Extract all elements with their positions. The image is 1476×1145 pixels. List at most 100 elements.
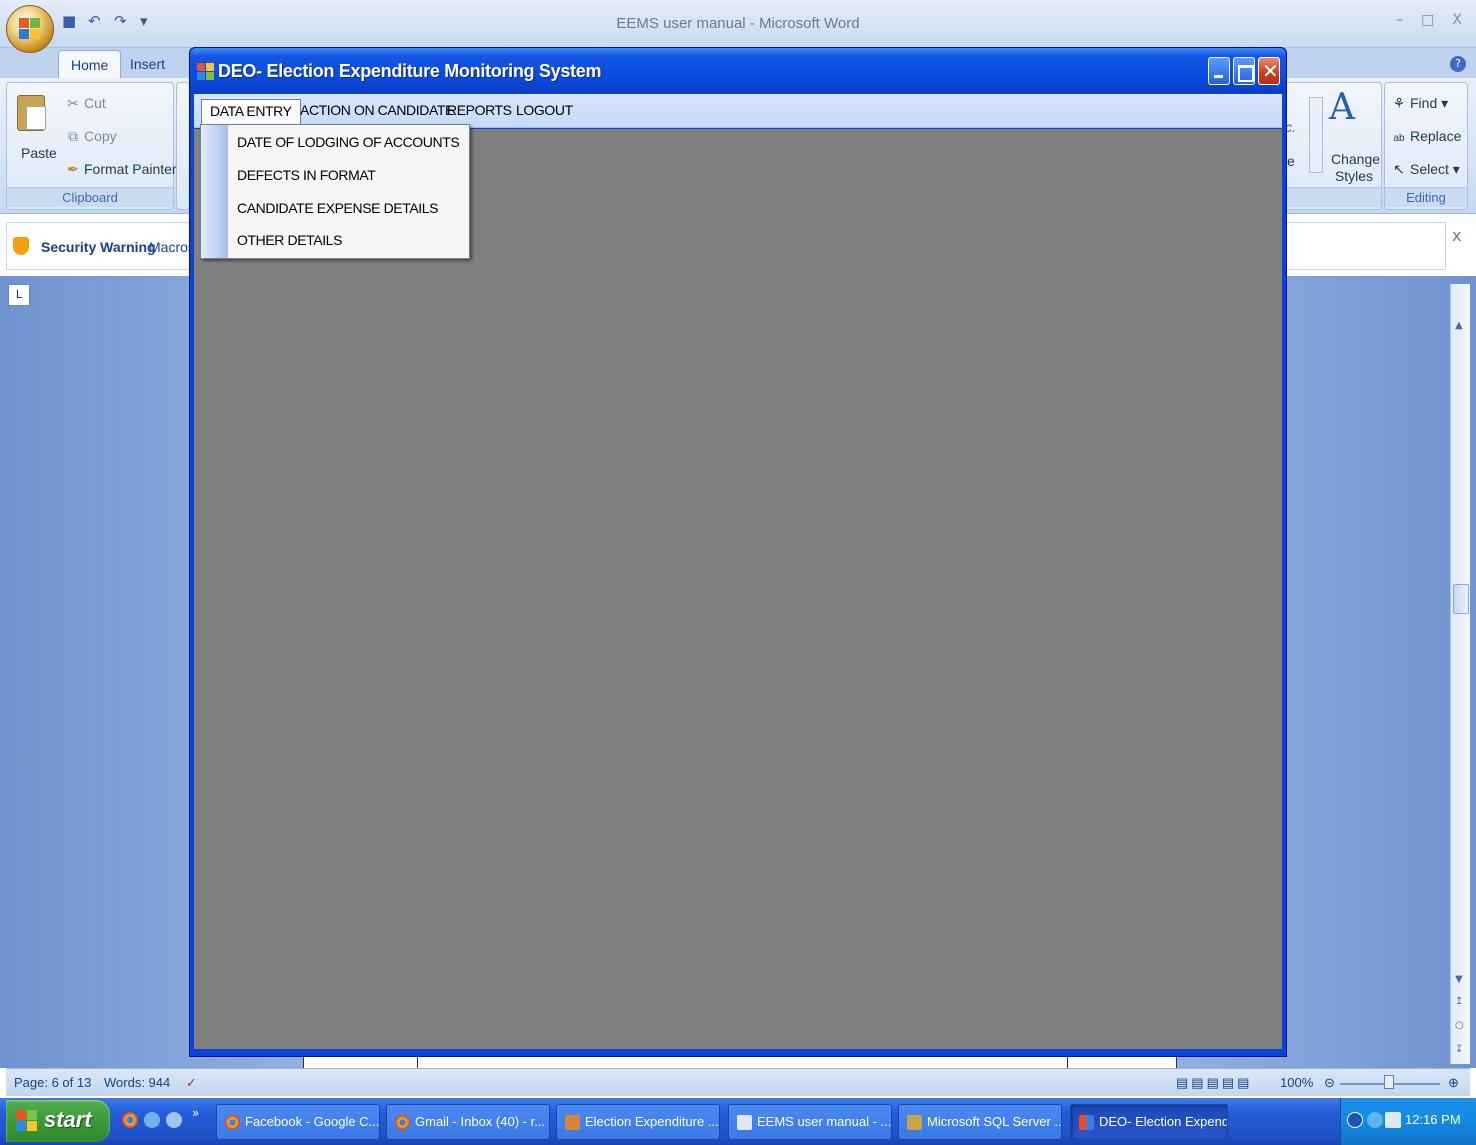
- page-count[interactable]: Page: 6 of 13: [14, 1075, 91, 1090]
- replace-button[interactable]: ab Replace: [1391, 128, 1461, 144]
- app-menu-bar: DATA ENTRY ACTION ON CANDIDATE REPORTS L…: [194, 94, 1282, 128]
- vertical-scrollbar[interactable]: ▲ ▼ ↥ ○ ↧: [1450, 284, 1470, 1064]
- menu-logout[interactable]: LOGOUT: [508, 99, 581, 124]
- menu-item-other-details[interactable]: OTHER DETAILS: [237, 232, 342, 248]
- zoom-slider-thumb[interactable]: [1384, 1075, 1394, 1089]
- close-icon[interactable]: X: [1452, 12, 1462, 28]
- app-window-title: DEO- Election Expenditure Monitoring Sys…: [218, 61, 602, 81]
- word-title-bar: EEMS user manual - Microsoft Word ■ ↶ ↷ …: [0, 0, 1476, 48]
- menu-item-date-of-lodging[interactable]: DATE OF LODGING OF ACCOUNTS: [237, 134, 460, 150]
- editing-group: ⚘ Find ▾ ab Replace ↖ Select ▾ Editing: [1384, 82, 1468, 210]
- quick-access-toolbar: ■ ↶ ↷ ▾: [62, 10, 156, 32]
- word-status-bar: Page: 6 of 13 Words: 944 ✓ ▤▤▤▤▤ 100% ⊝ …: [6, 1068, 1470, 1096]
- change-styles-button[interactable]: Change Styles: [1331, 151, 1380, 185]
- format-painter-button[interactable]: ✒ Format Painter: [65, 161, 176, 178]
- change-styles-icon: A: [1329, 87, 1355, 128]
- clipboard-group-label: Clipboard: [7, 187, 173, 207]
- close-button[interactable]: ✕: [1258, 57, 1280, 85]
- more-quicklaunch-icon[interactable]: »: [192, 1106, 208, 1122]
- shield-icon: [13, 237, 29, 255]
- zoom-in-icon[interactable]: ⊕: [1448, 1075, 1459, 1091]
- tab-home[interactable]: Home: [58, 50, 122, 80]
- copy-icon: ⧉: [68, 128, 78, 144]
- app-icon: [565, 1115, 580, 1130]
- paste-icon[interactable]: [17, 95, 46, 131]
- menu-data-entry[interactable]: DATA ENTRY: [201, 99, 301, 124]
- close-icon: ✕: [1262, 59, 1279, 83]
- editing-group-label: Editing: [1385, 187, 1467, 207]
- sql-icon: [907, 1115, 922, 1130]
- windows-flag-icon: [16, 1110, 38, 1132]
- binoculars-icon: ⚘: [1392, 95, 1406, 111]
- close-icon[interactable]: x: [1452, 226, 1461, 245]
- tray-expand-icon[interactable]: [1347, 1112, 1363, 1128]
- chrome-icon: [395, 1115, 410, 1130]
- app-title-bar[interactable]: DEO- Election Expenditure Monitoring Sys…: [190, 48, 1286, 94]
- taskbar: start » Facebook - Google C... Gmail - I…: [0, 1098, 1476, 1145]
- restore-icon[interactable]: □: [1421, 12, 1434, 28]
- redo-icon[interactable]: ↷: [114, 13, 130, 29]
- maximize-button[interactable]: [1233, 57, 1255, 85]
- app-client-area: [194, 129, 1282, 1049]
- customize-qat-icon[interactable]: ▾: [140, 13, 156, 29]
- zoom-level[interactable]: 100%: [1280, 1075, 1313, 1090]
- find-button[interactable]: ⚘ Find ▾: [1391, 95, 1448, 112]
- help-icon[interactable]: ?: [1450, 56, 1466, 72]
- next-page-icon[interactable]: ↧: [1455, 1044, 1463, 1055]
- scissors-icon: ✂: [67, 95, 79, 111]
- dropdown-icon-strip: [201, 125, 228, 258]
- menu-item-defects-in-format[interactable]: DEFECTS IN FORMAT: [237, 167, 376, 183]
- scroll-up-icon[interactable]: ▲: [1455, 320, 1463, 331]
- view-buttons[interactable]: ▤▤▤▤▤: [1176, 1075, 1252, 1091]
- paste-button[interactable]: Paste: [21, 145, 57, 161]
- taskbar-button-deo-eems[interactable]: DEO- Election Expend...: [1070, 1104, 1228, 1140]
- styles-scroll-icon[interactable]: [1309, 97, 1323, 173]
- app-icon: [1079, 1115, 1094, 1130]
- taskbar-button-sql-server[interactable]: Microsoft SQL Server ...: [898, 1104, 1062, 1140]
- clock[interactable]: 12:16 PM: [1405, 1112, 1461, 1127]
- scroll-down-icon[interactable]: ▼: [1455, 974, 1463, 985]
- paintbrush-icon: ✒: [67, 161, 79, 177]
- taskbar-button-facebook[interactable]: Facebook - Google C...: [216, 1104, 380, 1140]
- zoom-out-icon[interactable]: ⊝: [1324, 1075, 1335, 1091]
- undo-icon[interactable]: ↶: [88, 13, 104, 29]
- copy-button[interactable]: ⧉ Copy: [65, 128, 117, 145]
- save-icon[interactable]: ■: [62, 13, 78, 29]
- browse-object-icon[interactable]: ○: [1455, 1020, 1464, 1031]
- chrome-quicklaunch-icon[interactable]: [122, 1112, 138, 1128]
- word-count[interactable]: Words: 944: [104, 1075, 170, 1090]
- ie-quicklaunch-icon[interactable]: [144, 1112, 160, 1128]
- tab-insert[interactable]: Insert: [118, 50, 177, 80]
- menu-item-candidate-expense-details[interactable]: CANDIDATE EXPENSE DETAILS: [237, 200, 438, 216]
- firefox-quicklaunch-icon[interactable]: [166, 1112, 182, 1128]
- styles-gallery-partial-2: e: [1287, 153, 1295, 169]
- ruler-toggle-icon[interactable]: L: [8, 284, 30, 306]
- minimize-button[interactable]: [1208, 57, 1230, 85]
- word-window-title: EEMS user manual - Microsoft Word: [616, 15, 860, 32]
- taskbar-button-word[interactable]: EEMS user manual - ...: [728, 1104, 892, 1140]
- taskbar-button-gmail[interactable]: Gmail - Inbox (40) - r...: [386, 1104, 550, 1140]
- replace-icon: ab: [1393, 133, 1405, 144]
- minimize-icon[interactable]: –: [1396, 12, 1403, 28]
- start-button[interactable]: start: [6, 1100, 110, 1142]
- styles-group-partial: c. e A Change Styles: [1280, 82, 1382, 210]
- proofing-icon[interactable]: ✓: [186, 1075, 197, 1091]
- chrome-icon: [225, 1115, 240, 1130]
- scroll-thumb[interactable]: [1453, 584, 1469, 614]
- cut-button[interactable]: ✂ Cut: [65, 95, 106, 112]
- font-group-partial: [176, 82, 190, 210]
- styles-group-label: [1281, 187, 1381, 207]
- menu-action-on-candidate[interactable]: ACTION ON CANDIDATE: [292, 99, 462, 124]
- app-window-icon: [197, 63, 215, 81]
- office-logo-icon: [19, 18, 41, 40]
- volume-icon[interactable]: [1385, 1112, 1401, 1128]
- previous-page-icon[interactable]: ↥: [1455, 996, 1463, 1007]
- security-warning-title: Security Warning: [41, 239, 156, 255]
- cursor-icon: ↖: [1393, 161, 1405, 177]
- word-window-controls: – □ X: [1396, 12, 1462, 28]
- select-button[interactable]: ↖ Select ▾: [1391, 161, 1460, 178]
- taskbar-button-election-expenditure[interactable]: Election Expenditure ...: [556, 1104, 720, 1140]
- data-entry-dropdown: DATE OF LODGING OF ACCOUNTS DEFECTS IN F…: [200, 124, 470, 259]
- office-button[interactable]: [6, 5, 54, 53]
- network-icon[interactable]: [1367, 1112, 1383, 1128]
